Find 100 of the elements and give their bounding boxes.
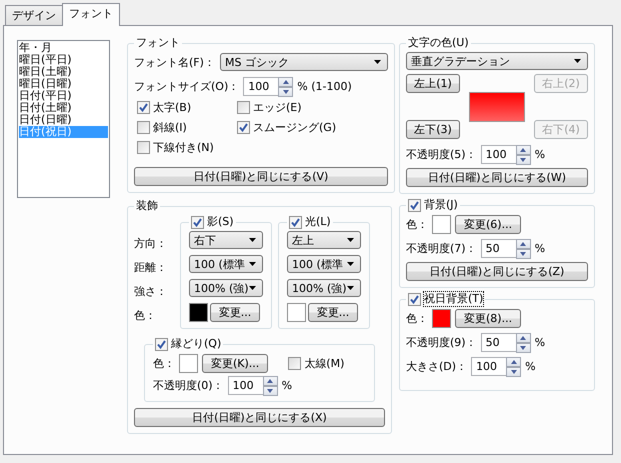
field-label: 不透明度(7)：	[406, 240, 477, 256]
field-label: 方向：	[134, 236, 168, 252]
spin-up-button[interactable]	[278, 76, 294, 86]
list-box[interactable]: 年・月 曜日(平日) 曜日(土曜) 曜日(日曜) 日付(平日) 日付(土曜) 日付(日曜) 日付(祝日)	[17, 40, 110, 198]
caret-icon	[374, 60, 381, 64]
spin-up-button[interactable]	[262, 376, 278, 386]
color-swatch[interactable]	[432, 214, 451, 234]
checkbox[interactable]	[137, 101, 150, 114]
field-label: 不透明度(9)：	[406, 334, 477, 350]
font-dropdown[interactable]: MS ゴシック	[220, 53, 388, 71]
field-label: 距離：	[134, 260, 168, 276]
field-label: 不透明度(5)：	[406, 146, 477, 162]
list-item[interactable]: 曜日(平日)	[19, 54, 108, 66]
number-field[interactable]: 50	[480, 238, 531, 258]
caret-icon	[347, 286, 354, 290]
caret-icon	[249, 262, 256, 266]
caret-icon	[249, 286, 256, 290]
checkbox[interactable]	[408, 292, 421, 306]
checkbox-label: 影(S)	[207, 215, 234, 229]
gradient-dropdown[interactable]: 垂直グラデーション	[406, 52, 588, 70]
list-item[interactable]: 日付(日曜)	[19, 114, 108, 126]
group-title: 装飾	[136, 199, 158, 212]
list-item[interactable]: 曜日(土曜)	[19, 66, 108, 78]
color-swatch[interactable]	[432, 308, 451, 328]
caret-icon	[574, 59, 581, 63]
spin-up-button[interactable]	[516, 238, 531, 248]
corner-color-button[interactable]: 左下(3)	[406, 120, 460, 139]
number-field[interactable]: 100	[243, 76, 294, 96]
list-item[interactable]: 年・月	[19, 42, 108, 54]
caret-icon	[249, 238, 256, 242]
spin-down-button[interactable]	[506, 366, 522, 376]
checkbox[interactable]	[137, 121, 150, 134]
checkbox[interactable]	[155, 338, 168, 350]
checkbox[interactable]	[237, 101, 250, 114]
spin-down-button[interactable]	[516, 154, 531, 164]
tab[interactable]: デザイン	[5, 5, 63, 25]
change-button[interactable]: 変更(8)...	[455, 308, 522, 328]
unit-label: %	[534, 242, 546, 254]
checkbox-label: エッジ(E)	[253, 100, 302, 115]
distance-dropdown[interactable]: 100 (標準	[189, 255, 263, 273]
strength-dropdown[interactable]: 100% (強)	[189, 279, 263, 297]
spin-down-button[interactable]	[516, 342, 531, 352]
list-item[interactable]: 日付(土曜)	[19, 102, 108, 114]
checkbox-label: 背景(J)	[424, 198, 458, 212]
apply-button[interactable]: 日付(日曜)と同じにする(V)	[134, 167, 388, 186]
strength-dropdown[interactable]: 100% (強)	[287, 279, 361, 297]
checkbox[interactable]	[191, 216, 204, 228]
unit-label: %	[282, 378, 292, 392]
group-title: フォント	[136, 36, 180, 49]
unit-label: % (1-100)	[297, 80, 352, 92]
field-label: 色：	[406, 216, 428, 232]
spin-down-button[interactable]	[262, 386, 278, 396]
checkbox[interactable]	[408, 198, 421, 212]
change-button[interactable]: 変更...	[308, 303, 358, 322]
field-label: 色：	[134, 308, 157, 324]
checkbox[interactable]	[137, 141, 150, 154]
unit-label: %	[534, 148, 546, 160]
checkbox[interactable]	[289, 216, 302, 228]
checkbox-label: 下線付き(N)	[153, 140, 214, 155]
unit-label: %	[525, 360, 536, 372]
apply-button[interactable]: 日付(日曜)と同じにする(X)	[134, 408, 385, 427]
tab[interactable]: フォント	[62, 3, 120, 26]
change-button[interactable]: 変更...	[210, 303, 260, 322]
field-label: 強さ：	[134, 284, 168, 300]
spin-down-button[interactable]	[516, 248, 531, 258]
spin-up-button[interactable]	[516, 332, 531, 342]
number-field[interactable]: 100	[471, 356, 522, 376]
list-item[interactable]: 曜日(日曜)	[19, 78, 108, 90]
color-swatch[interactable]	[179, 354, 198, 372]
gradient-preview	[469, 92, 525, 122]
color-swatch[interactable]	[287, 303, 306, 322]
checkbox-label: 縁どり(Q)	[171, 337, 222, 351]
checkbox[interactable]	[237, 121, 250, 134]
field-label: 不透明度(0)：	[153, 378, 224, 392]
number-field[interactable]: 100	[480, 144, 531, 164]
spin-down-button[interactable]	[278, 86, 294, 96]
checkbox[interactable]	[288, 356, 302, 370]
change-button[interactable]: 変更(K)...	[202, 354, 268, 372]
corner-color-button[interactable]: 左上(1)	[406, 74, 460, 93]
spin-up-button[interactable]	[506, 356, 522, 366]
direction-dropdown[interactable]: 右下	[189, 231, 263, 249]
apply-button[interactable]: 日付(日曜)と同じにする(W)	[406, 168, 588, 187]
field-label: 大きさ(D)：	[406, 358, 468, 374]
field-label: フォントサイズ(O)：	[134, 78, 240, 94]
number-field[interactable]: 50	[480, 332, 531, 352]
field-label: 色：	[153, 356, 175, 370]
direction-dropdown[interactable]: 左上	[287, 231, 361, 249]
apply-button[interactable]: 日付(日曜)と同じにする(Z)	[406, 262, 588, 281]
checkbox-label: 祝日背景(T)	[424, 292, 484, 306]
checkbox-label: 太線(M)	[304, 356, 344, 370]
group-title: 文字の色(U)	[408, 36, 469, 49]
spin-up-button[interactable]	[516, 144, 531, 154]
list-item[interactable]: 日付(平日)	[19, 90, 108, 102]
color-swatch[interactable]	[189, 303, 208, 322]
number-field[interactable]: 100	[228, 376, 278, 394]
distance-dropdown[interactable]: 100 (標準	[287, 255, 361, 273]
change-button[interactable]: 変更(6)...	[455, 214, 522, 234]
field-label: 色：	[406, 310, 428, 326]
checkbox-label: 太字(B)	[153, 100, 192, 115]
checkbox-label: 斜線(I)	[153, 120, 187, 135]
